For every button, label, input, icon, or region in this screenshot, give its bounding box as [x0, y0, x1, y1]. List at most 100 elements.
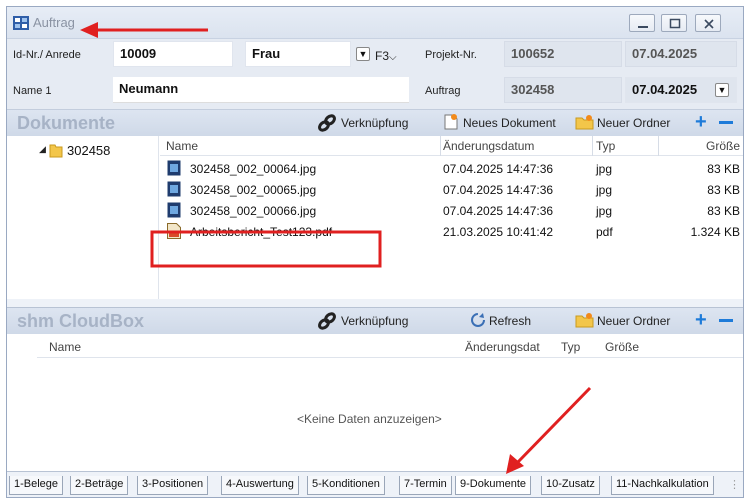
maximize-button[interactable] [661, 14, 687, 32]
title-bar: Auftrag [7, 7, 743, 39]
add-icon[interactable]: + [695, 310, 707, 330]
close-button[interactable] [695, 14, 721, 32]
folder-icon [49, 144, 63, 158]
refresh-icon [471, 313, 485, 327]
window-title: Auftrag [33, 15, 75, 30]
file-size: 83 KB [707, 183, 740, 197]
chevron-down-icon: ⌵ [389, 52, 397, 63]
refresh-button[interactable]: Refresh [489, 314, 531, 328]
file-size: 1.324 KB [690, 225, 740, 239]
column-name[interactable]: Name [49, 334, 81, 354]
cloudbox-link-button[interactable]: Verknüpfung [341, 314, 408, 328]
pdf-file-icon [167, 223, 181, 239]
empty-state-message: <Keine Daten anzuzeigen> [297, 412, 442, 426]
column-name[interactable]: Name [166, 136, 198, 156]
project-date-field: 07.04.2025 [625, 41, 737, 67]
link-icon [318, 114, 336, 132]
minimize-button[interactable] [629, 14, 655, 32]
order-header-form: Id-Nr./ Anrede 10009 Frau ▼ F3⌵ Projekt-… [7, 39, 743, 109]
file-type: pdf [596, 225, 613, 239]
new-document-button[interactable]: Neues Dokument [463, 116, 556, 130]
column-separator [592, 136, 593, 156]
documents-link-button[interactable]: Verknüpfung [341, 116, 408, 130]
file-type: jpg [596, 162, 613, 176]
tab-termin[interactable]: 7-Termin [399, 476, 452, 495]
remove-icon[interactable] [719, 121, 733, 124]
maximize-icon [669, 18, 681, 29]
image-file-icon [167, 160, 181, 176]
app-icon [13, 16, 29, 30]
file-date: 07.04.2025 14:47:36 [443, 204, 554, 218]
chevron-down-icon: ▼ [358, 49, 368, 59]
table-row[interactable]: 302458_002_00066.jpg 07.04.2025 14:47:36… [160, 200, 743, 221]
chevron-down-icon: ▼ [717, 85, 727, 95]
table-row[interactable]: Arbeitsbericht_Test123.pdf 21.03.2025 10… [160, 221, 743, 242]
column-size[interactable]: Größe [698, 136, 740, 156]
column-size[interactable]: Größe [605, 334, 639, 354]
table-row[interactable]: 302458_002_00065.jpg 07.04.2025 14:47:36… [160, 179, 743, 200]
tab-betraege[interactable]: 2-Beträge [70, 476, 129, 495]
tab-positionen[interactable]: 3-Positionen [137, 476, 209, 495]
file-name: 302458_002_00066.jpg [190, 204, 317, 218]
cloudbox-new-folder-button[interactable]: Neuer Ordner [597, 314, 670, 328]
column-date[interactable]: Änderungsdatum [443, 136, 534, 156]
file-name: 302458_002_00065.jpg [190, 183, 317, 197]
tab-konditionen[interactable]: 5-Konditionen [307, 476, 385, 495]
add-icon[interactable]: + [695, 112, 707, 132]
order-number-field: 302458 [504, 77, 622, 103]
link-icon [318, 312, 336, 330]
cloudbox-toolbar: shm CloudBox Verknüpfung Refresh Neuer O… [7, 308, 743, 334]
column-separator [658, 136, 659, 156]
remove-icon[interactable] [719, 319, 733, 322]
column-type[interactable]: Typ [561, 334, 580, 354]
tree-node-label: 302458 [67, 143, 111, 158]
documents-grid: Name Änderungsdatum Typ Größe 302458_002… [160, 136, 743, 299]
order-date-dropdown-button[interactable]: ▼ [715, 83, 729, 97]
column-type[interactable]: Typ [596, 136, 615, 156]
file-date: 07.04.2025 14:47:36 [443, 183, 554, 197]
tab-nachkalkulation[interactable]: 11-Nachkalkulation [611, 476, 714, 495]
minimize-icon [638, 26, 648, 28]
folder-tree: ◢ 302458 [7, 136, 159, 299]
new-folder-icon [575, 115, 594, 130]
name-label: Name 1 [13, 85, 52, 97]
tab-scroll-icon[interactable]: ⋮ [729, 478, 740, 491]
image-file-icon [167, 181, 181, 197]
file-size: 83 KB [707, 204, 740, 218]
salutation-select[interactable]: Frau [245, 41, 351, 67]
expand-icon[interactable]: ◢ [39, 144, 46, 155]
f3-lookup-button[interactable]: F3⌵ [375, 49, 397, 63]
documents-panel: Dokumente Verknüpfung Neues Dokument Neu… [7, 109, 743, 299]
cloudbox-title: shm CloudBox [17, 311, 145, 331]
tab-belege[interactable]: 1-Belege [9, 476, 64, 495]
salutation-dropdown-button[interactable]: ▼ [356, 47, 370, 61]
cloudbox-grid: Name Änderungsdat Typ Größe <Keine Daten… [37, 334, 743, 471]
new-folder-button[interactable]: Neuer Ordner [597, 116, 670, 130]
id-field[interactable]: 10009 [113, 41, 233, 67]
column-date[interactable]: Änderungsdat [465, 334, 540, 354]
documents-toolbar: Dokumente Verknüpfung Neues Dokument Neu… [7, 110, 743, 136]
file-date: 07.04.2025 14:47:36 [443, 162, 554, 176]
file-date: 21.03.2025 10:41:42 [443, 225, 554, 239]
order-window: Auftrag Id-Nr./ Anrede 10009 Frau ▼ F3⌵ … [6, 6, 744, 498]
table-row[interactable]: 302458_002_00064.jpg 07.04.2025 14:47:36… [160, 158, 743, 179]
project-number-field: 100652 [504, 41, 622, 67]
file-type: jpg [596, 183, 613, 197]
file-type: jpg [596, 204, 613, 218]
close-icon [704, 19, 714, 29]
column-separator [440, 136, 441, 156]
tab-zusatz[interactable]: 10-Zusatz [541, 476, 600, 495]
image-file-icon [167, 202, 181, 218]
new-document-icon [444, 114, 458, 130]
project-number-label: Projekt-Nr. [425, 49, 477, 61]
file-size: 83 KB [707, 162, 740, 176]
tab-dokumente[interactable]: 9-Dokumente [455, 476, 532, 495]
order-label: Auftrag [425, 85, 461, 97]
file-name: Arbeitsbericht_Test123.pdf [190, 225, 333, 239]
tab-auswertung[interactable]: 4-Auswertung [221, 476, 299, 495]
id-label: Id-Nr./ Anrede [13, 49, 81, 61]
tab-bar: 1-Belege 2-Beträge 3-Positionen 4-Auswer… [7, 471, 743, 497]
new-folder-icon [575, 313, 594, 328]
name-field[interactable]: Neumann [113, 77, 409, 103]
file-name: 302458_002_00064.jpg [190, 162, 317, 176]
